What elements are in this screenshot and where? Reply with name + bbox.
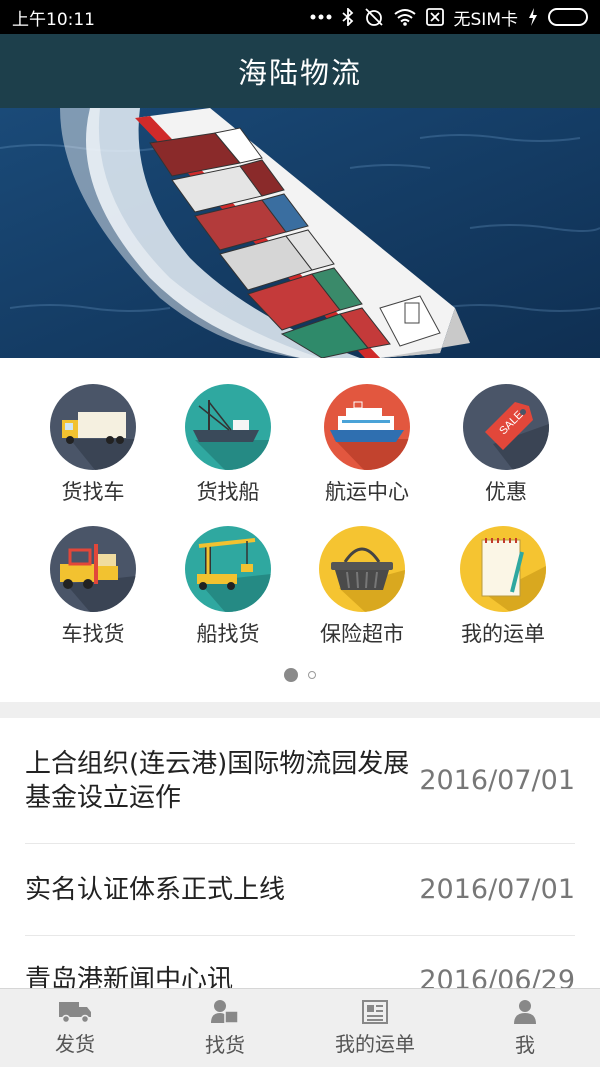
banner-carousel[interactable]	[0, 108, 600, 358]
no-sim-icon	[425, 8, 444, 26]
sale-tag-icon: SALE	[463, 384, 549, 470]
truck-icon	[59, 1001, 91, 1023]
section-divider	[0, 702, 600, 718]
sim-status: 无SIM卡	[453, 9, 518, 30]
person-box-icon	[211, 999, 239, 1024]
grid-item-cargo-find-truck[interactable]: 货找车	[28, 384, 158, 506]
news-date: 2016/07/01	[419, 874, 575, 905]
boat-icon	[185, 384, 271, 470]
nav-item-ship-goods[interactable]: 发货	[0, 989, 150, 1067]
grid-item-label: 货找船	[196, 480, 260, 504]
grid-item-discount[interactable]: SALE 优惠	[441, 384, 571, 506]
status-time: 上午10:11	[12, 9, 95, 30]
grid-item-label: 保险超市	[320, 622, 404, 646]
status-icons: 无SIM卡	[310, 5, 588, 30]
notepad-icon	[460, 526, 546, 612]
nav-item-me[interactable]: 我	[450, 989, 600, 1067]
page-indicator	[0, 668, 600, 682]
grid-item-label: 货找车	[61, 480, 125, 504]
status-bar: 上午10:11 无SIM卡	[0, 0, 600, 34]
nav-label: 发货	[55, 1031, 95, 1056]
news-title: 上合组织(连云港)国际物流园发展基金设立运作	[25, 748, 410, 813]
news-date: 2016/07/01	[419, 765, 575, 796]
news-date: 2016/06/29	[419, 964, 575, 989]
container-ship-image	[0, 108, 600, 358]
grid-item-label: 船找货	[196, 622, 260, 646]
battery-icon	[548, 8, 588, 26]
truck-icon	[50, 384, 136, 470]
news-title: 实名认证体系正式上线	[25, 874, 286, 905]
nav-label: 我	[515, 1032, 535, 1057]
forklift-icon	[50, 526, 136, 612]
grid-item-label: 优惠	[485, 480, 527, 504]
grid-item-label: 车找货	[61, 622, 125, 646]
page-title: 海陆物流	[237, 56, 362, 90]
grid-item-my-waybill[interactable]: 我的运单	[438, 526, 568, 648]
more-dots-icon	[310, 14, 332, 20]
bluetooth-icon	[341, 8, 353, 26]
nav-item-find-goods[interactable]: 找货	[150, 989, 300, 1067]
bottom-nav: 发货 找货 我的运单 我	[0, 988, 600, 1067]
page-dot-active[interactable]	[284, 668, 298, 682]
page-dot[interactable]	[308, 671, 316, 679]
app-screen: 上午10:11 无SIM卡 海陆物流 货找车 货找船 航运中心 SALE 优惠 …	[0, 0, 600, 1067]
alarm-off-icon	[364, 8, 383, 26]
charging-icon	[529, 8, 537, 26]
ship-icon	[324, 384, 410, 470]
grid-item-label: 航运中心	[325, 480, 409, 504]
grid-item-insurance-market[interactable]: 保险超市	[297, 526, 427, 648]
wifi-icon	[393, 9, 416, 26]
grid-item-cargo-find-ship[interactable]: 货找船	[163, 384, 293, 506]
news-item[interactable]: 实名认证体系正式上线 2016/07/01	[25, 844, 575, 936]
basket-icon	[319, 526, 405, 612]
news-item[interactable]: 青岛港新闻中心讯 2016/06/29	[25, 960, 575, 989]
grid-item-ship-find-cargo[interactable]: 船找货	[163, 526, 293, 648]
grid-item-truck-find-cargo[interactable]: 车找货	[28, 526, 158, 648]
grid-item-shipping-center[interactable]: 航运中心	[302, 384, 432, 506]
news-title: 青岛港新闻中心讯	[25, 965, 234, 988]
nav-item-my-waybill[interactable]: 我的运单	[300, 989, 450, 1067]
title-bar: 海陆物流	[0, 34, 600, 108]
feature-grid: 货找车 货找船 航运中心 SALE 优惠 车找货 船找货 保险超市 我的运单	[0, 358, 600, 702]
news-item[interactable]: 上合组织(连云港)国际物流园发展基金设立运作 2016/07/01	[25, 718, 575, 844]
nav-label: 我的运单	[335, 1031, 415, 1056]
person-icon	[514, 999, 536, 1024]
crane-icon	[185, 526, 271, 612]
news-list: 上合组织(连云港)国际物流园发展基金设立运作 2016/07/01 实名认证体系…	[0, 718, 600, 988]
nav-label: 找货	[205, 1032, 245, 1057]
newspaper-icon	[362, 999, 388, 1024]
grid-item-label: 我的运单	[461, 622, 545, 646]
